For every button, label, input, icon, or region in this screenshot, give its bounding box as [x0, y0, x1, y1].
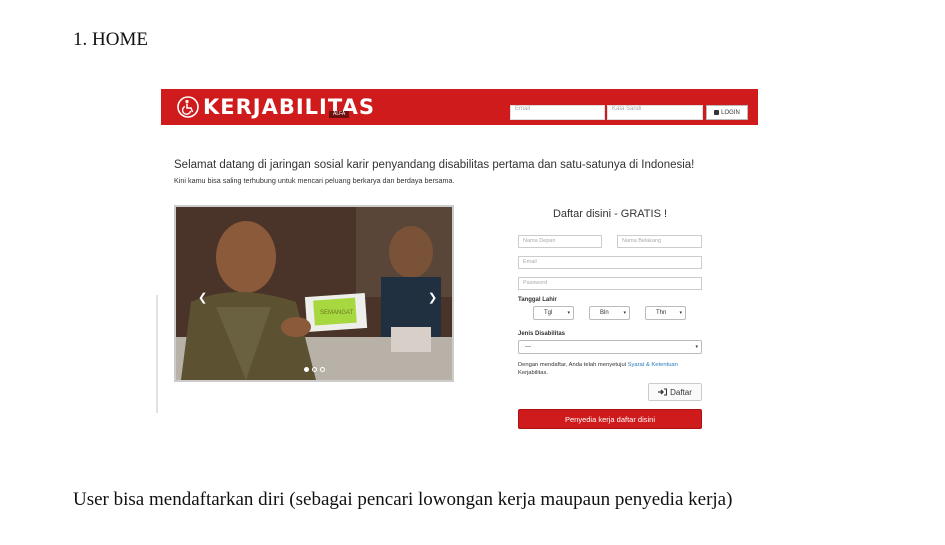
day-select[interactable]: Tgl ▾	[533, 306, 574, 320]
form-title: Daftar disini - GRATIS !	[552, 208, 668, 220]
last-name-input[interactable]: Nama Belakang	[617, 235, 702, 248]
register-label: Daftar	[670, 387, 692, 397]
document-heading: 1. HOME	[73, 29, 148, 50]
terms-notice: Dengan mendaftar, Anda telah menyetujui …	[518, 361, 702, 377]
email-input[interactable]: Email	[518, 256, 702, 269]
disability-label: Jenis Disabilitas	[518, 331, 566, 337]
registration-form: Daftar disini - GRATIS ! Nama Depan Nama…	[518, 208, 702, 429]
login-button[interactable]: LOGIN	[706, 105, 748, 120]
website-screenshot: KERJABILITAS ALFA Email Kata Sandi LOGIN…	[156, 89, 758, 434]
login-password-input[interactable]: Kata Sandi	[607, 105, 703, 120]
carousel-photo: SEMANGAT	[176, 207, 452, 380]
disability-select[interactable]: --- ▾	[518, 340, 702, 354]
year-select-value: Thn	[656, 310, 667, 316]
carousel-dot[interactable]	[320, 367, 325, 372]
carousel-indicators	[304, 367, 325, 372]
employer-register-button[interactable]: Penyedia kerja daftar disini	[518, 409, 702, 429]
dropdown-arrow-icon: ▾	[695, 344, 698, 350]
divider	[156, 295, 158, 413]
disability-select-value: ---	[525, 344, 531, 350]
sign-in-icon	[658, 388, 668, 396]
welcome-subtitle: Kini kamu bisa saling terhubung untuk me…	[174, 176, 455, 185]
first-name-input[interactable]: Nama Depan	[518, 235, 602, 248]
carousel-dot[interactable]	[304, 367, 309, 372]
day-select-value: Tgl	[544, 310, 553, 316]
birthdate-label: Tanggal Lahir	[518, 297, 557, 303]
lock-icon	[714, 110, 720, 115]
login-label: LOGIN	[721, 109, 740, 116]
slide-card-text: SEMANGAT	[320, 310, 354, 316]
top-navbar: KERJABILITAS ALFA Email Kata Sandi LOGIN	[161, 89, 758, 125]
wheelchair-logo-icon	[177, 96, 199, 118]
dropdown-arrow-icon: ▾	[567, 310, 570, 316]
month-select[interactable]: Bln ▾	[589, 306, 630, 320]
register-button[interactable]: Daftar	[648, 383, 702, 401]
password-input[interactable]: Password	[518, 277, 702, 290]
month-select-value: Bln	[600, 310, 609, 316]
terms-link[interactable]: Syarat & Ketentuan	[628, 362, 678, 368]
chevron-left-icon[interactable]: ❮	[198, 291, 207, 304]
dropdown-arrow-icon: ▾	[623, 310, 626, 316]
logo-badge: ALFA	[329, 111, 350, 118]
photo-carousel[interactable]: SEMANGAT ❮ ❯	[174, 205, 454, 382]
dropdown-arrow-icon: ▾	[679, 310, 682, 316]
year-select[interactable]: Thn ▾	[645, 306, 686, 320]
terms-text: Dengan mendaftar, Anda telah menyetujui	[518, 362, 626, 368]
carousel-dot[interactable]	[312, 367, 317, 372]
document-caption: User bisa mendaftarkan diri (sebagai pen…	[73, 489, 733, 510]
terms-suffix: Kerjabilitas.	[518, 370, 548, 376]
login-email-input[interactable]: Email	[510, 105, 605, 120]
welcome-heading: Selamat datang di jaringan sosial karir …	[174, 159, 695, 171]
chevron-right-icon[interactable]: ❯	[428, 291, 437, 304]
